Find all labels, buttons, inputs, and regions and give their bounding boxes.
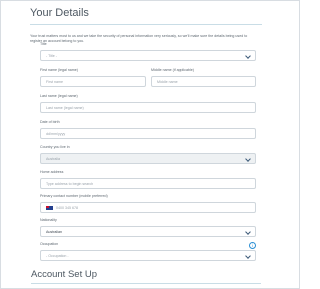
nationality-label: Nationality: [40, 218, 57, 222]
account-section: Account Set Up: [31, 269, 261, 284]
middle-name-label: Middle name (if applicable): [151, 68, 194, 72]
nationality-select[interactable]: Australian: [40, 226, 256, 237]
dob-label: Date of birth: [40, 120, 60, 124]
chevron-down-icon: [246, 157, 250, 161]
middle-name-group: Middle name (if applicable) Middle name: [151, 68, 256, 87]
registration-form: Your Details Your trust matters most to …: [30, 6, 262, 45]
first-name-group: First name (legal name) First name: [40, 68, 146, 87]
nationality-select-value: Australian: [46, 229, 62, 234]
your-details-heading: Your Details: [30, 7, 89, 19]
occupation-group: Occupation i - Occupation -: [40, 242, 256, 261]
dob-group: Date of birth dd/mm/yyyy: [40, 120, 256, 139]
dob-placeholder: dd/mm/yyyy: [46, 131, 66, 136]
account-setup-heading: Account Set Up: [31, 269, 98, 280]
country-group: Country you live in Australia: [40, 145, 256, 164]
last-name-input[interactable]: Last name (legal name): [40, 102, 256, 113]
country-select-value: Australia: [46, 156, 60, 161]
occupation-label: Occupation: [40, 242, 59, 246]
info-icon[interactable]: i: [249, 242, 256, 249]
account-divider: [31, 283, 261, 284]
title-group: Title - Title -: [40, 42, 256, 61]
australia-flag-icon[interactable]: [46, 205, 53, 210]
title-select[interactable]: - Title -: [40, 50, 256, 61]
nationality-group: Nationality Australian: [40, 218, 256, 237]
last-name-group: Last name (legal name) Last name (legal …: [40, 94, 256, 113]
home-address-label: Home address: [40, 170, 64, 174]
dob-input[interactable]: dd/mm/yyyy: [40, 128, 256, 139]
title-select-value: - Title -: [46, 53, 57, 58]
home-address-group: Home address Type address to begin searc…: [40, 170, 256, 189]
phone-group: Primary contact number (mobile preferred…: [40, 194, 256, 213]
chevron-down-icon: [246, 254, 250, 258]
chevron-down-icon: [246, 54, 250, 58]
country-select: Australia: [40, 153, 256, 164]
last-name-placeholder: Last name (legal name): [46, 105, 84, 110]
home-address-input[interactable]: Type address to begin search: [40, 178, 256, 189]
title-label: Title: [40, 42, 47, 46]
middle-name-placeholder: Middle name: [157, 79, 178, 84]
occupation-select[interactable]: - Occupation -: [40, 250, 256, 261]
chevron-down-icon: [246, 230, 250, 234]
occupation-select-value: - Occupation -: [46, 253, 69, 258]
home-address-placeholder: Type address to begin search: [46, 181, 94, 186]
middle-name-input[interactable]: Middle name: [151, 76, 256, 87]
last-name-label: Last name (legal name): [40, 94, 78, 98]
first-name-placeholder: First name: [46, 79, 63, 84]
phone-input[interactable]: 0400 345 678: [40, 202, 256, 213]
country-label: Country you live in: [40, 145, 70, 149]
heading-divider: [30, 24, 262, 25]
phone-label: Primary contact number (mobile preferred…: [40, 194, 108, 198]
first-name-input[interactable]: First name: [40, 76, 146, 87]
first-name-label: First name (legal name): [40, 68, 78, 72]
phone-placeholder: 0400 345 678: [56, 205, 78, 210]
